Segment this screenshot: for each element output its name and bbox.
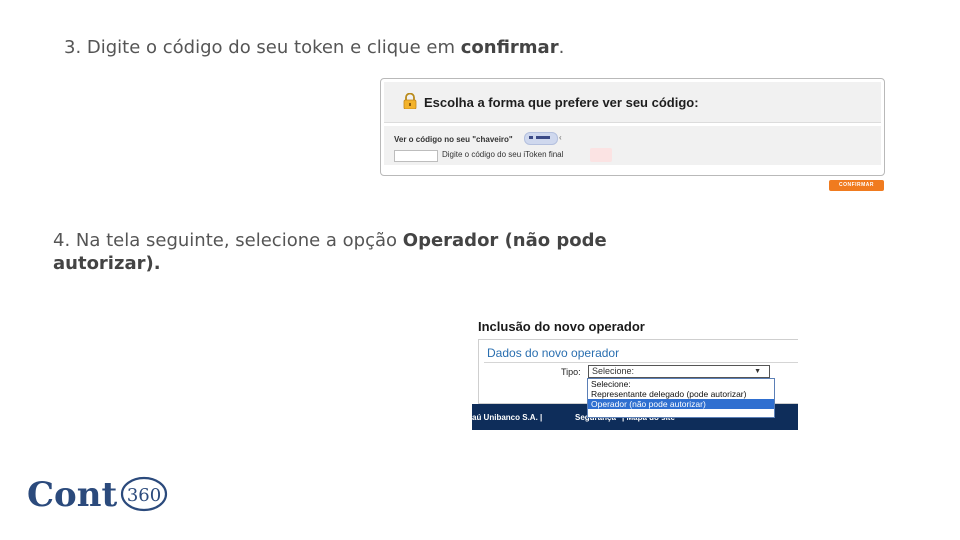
token-panel: Escolha a forma que prefere ver seu códi…: [380, 78, 885, 176]
dropdown-option[interactable]: Selecione:: [588, 379, 774, 389]
step-4-text: 4. Na tela seguinte, selecione a opção: [53, 230, 403, 251]
logo-number: 360: [127, 485, 161, 506]
footer-company: aú Unibanco S.A. |: [472, 413, 543, 422]
cont360-logo: Cont: [27, 475, 117, 515]
dropdown-option-selected[interactable]: Operador (não pode autorizar): [588, 399, 774, 409]
divider: [484, 362, 798, 363]
tipo-label: Tipo:: [561, 367, 581, 377]
step-3-instruction: 3. Digite o código do seu token e clique…: [64, 37, 564, 58]
logo-360-badge: 360: [120, 476, 168, 512]
confirm-button[interactable]: CONFIRMAR: [829, 180, 884, 191]
chevron-left-icon: ‹: [559, 133, 562, 142]
step-3-text: 3. Digite o código do seu token e clique…: [64, 37, 461, 58]
token-panel-body: Ver o código no seu "chaveiro" ‹ Digite …: [384, 126, 881, 165]
token-code-hint: Digite o código do seu iToken final: [442, 150, 564, 159]
step-3-bold: confirmar: [460, 37, 559, 58]
token-final-digits: [590, 148, 612, 162]
tipo-dropdown-list: Selecione: Representante delegado (pode …: [587, 378, 775, 418]
keychain-token-icon[interactable]: [524, 132, 558, 145]
dropdown-option[interactable]: Representante delegado (pode autorizar): [588, 389, 774, 399]
step-4-instruction: 4. Na tela seguinte, selecione a opção O…: [53, 229, 613, 275]
tipo-select[interactable]: Selecione: ▼: [588, 365, 770, 378]
lock-icon: [403, 93, 417, 109]
step-3-suffix: .: [558, 37, 565, 58]
logo-text: Cont: [27, 475, 118, 515]
dropdown-arrow-icon: ▼: [754, 368, 761, 375]
chaveiro-label: Ver o código no seu "chaveiro": [394, 135, 513, 144]
operator-panel-subtitle: Dados do novo operador: [487, 346, 620, 360]
tipo-selected-value: Selecione:: [592, 366, 635, 376]
token-panel-header: Escolha a forma que prefere ver seu códi…: [384, 82, 881, 123]
token-code-input[interactable]: [394, 150, 438, 162]
token-panel-title: Escolha a forma que prefere ver seu códi…: [424, 95, 699, 110]
operator-page-title: Inclusão do novo operador: [478, 319, 645, 334]
